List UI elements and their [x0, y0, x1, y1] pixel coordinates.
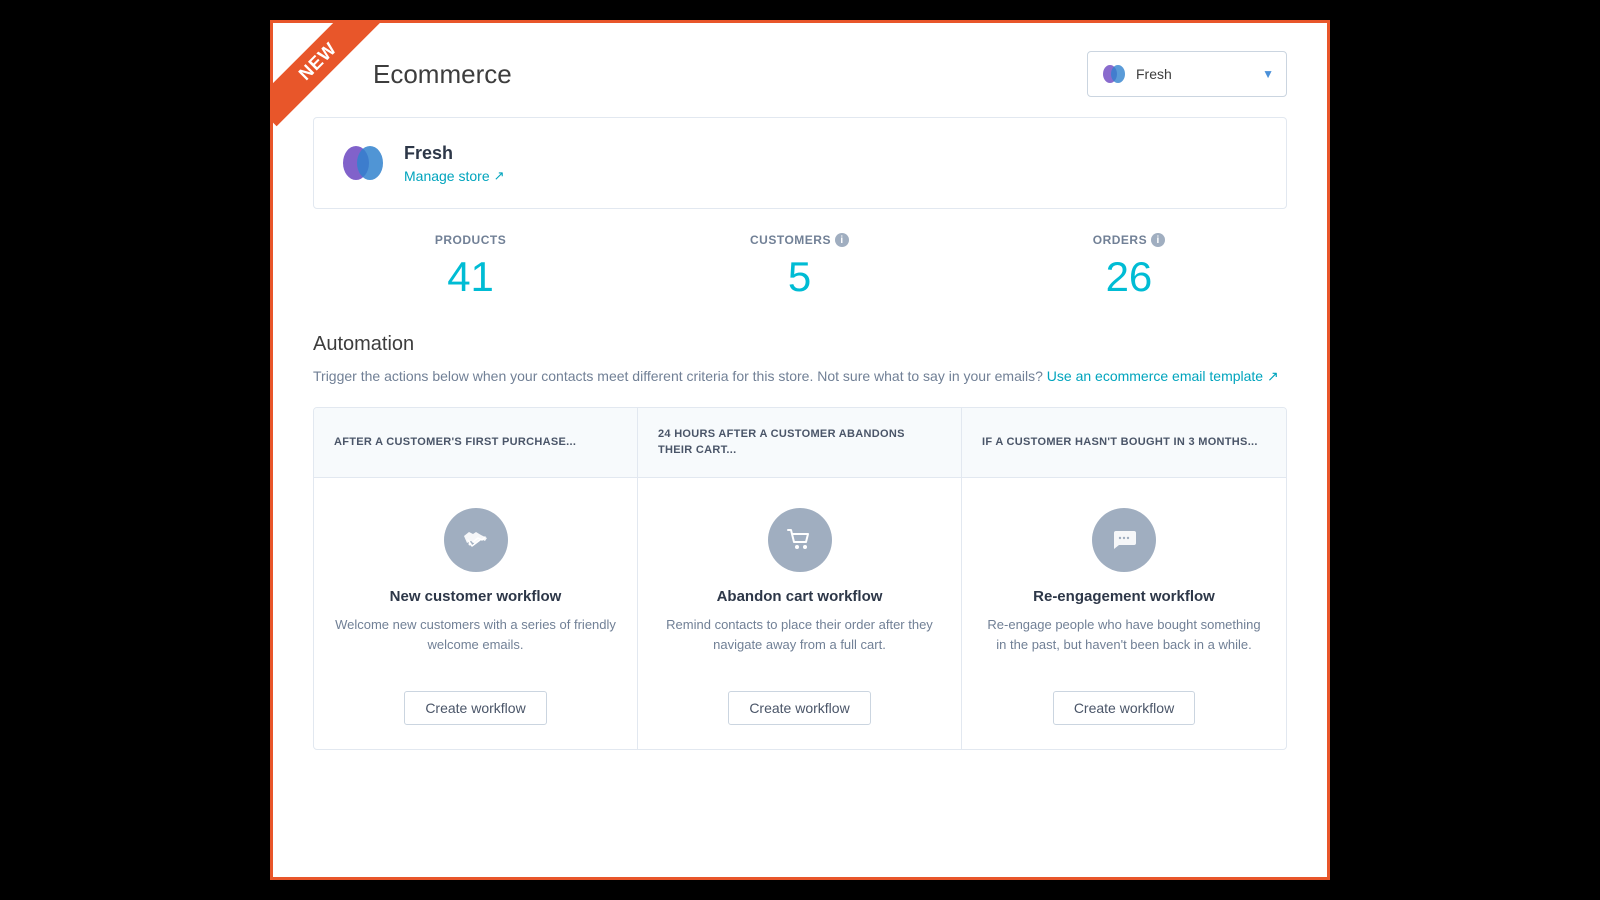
workflow-name-3: Re-engagement workflow	[1033, 588, 1215, 605]
stat-orders-value: 26	[1093, 253, 1165, 301]
workflow-col-2: 24 HOURS AFTER A CUSTOMER ABANDONS THEIR…	[638, 408, 962, 749]
workflow-desc-1: Welcome new customers with a series of f…	[334, 615, 617, 667]
store-info: Fresh Manage store ↗	[404, 143, 505, 184]
create-workflow-btn-2[interactable]: Create workflow	[728, 691, 870, 725]
workflow-body-2: Abandon cart workflow Remind contacts to…	[638, 478, 961, 749]
stat-products-label: PRODUCTS	[435, 233, 506, 247]
store-logo	[338, 138, 388, 188]
workflow-icon-1	[444, 508, 508, 572]
dropdown-arrow-icon: ▼	[1262, 67, 1274, 81]
manage-store-link[interactable]: Manage store ↗	[404, 168, 505, 184]
orders-info-icon: i	[1151, 233, 1165, 247]
workflow-desc-2: Remind contacts to place their order aft…	[658, 615, 941, 667]
stat-products-value: 41	[435, 253, 506, 301]
stat-customers-value: 5	[750, 253, 849, 301]
workflow-desc-3: Re-engage people who have bought somethi…	[982, 615, 1266, 667]
create-workflow-btn-3[interactable]: Create workflow	[1053, 691, 1195, 725]
selector-store-name: Fresh	[1136, 66, 1254, 82]
create-workflow-btn-1[interactable]: Create workflow	[404, 691, 546, 725]
workflow-trigger-3: IF A CUSTOMER HASN'T BOUGHT IN 3 MONTHS.…	[962, 408, 1286, 478]
handshake-icon	[460, 524, 492, 556]
store-card: Fresh Manage store ↗	[313, 117, 1287, 209]
automation-title: Automation	[313, 333, 1287, 356]
external-link-icon: ↗	[494, 168, 505, 184]
stat-customers-label: CUSTOMERS i	[750, 233, 849, 247]
selector-store-logo	[1100, 60, 1128, 88]
chat-icon	[1109, 525, 1139, 555]
manage-store-label: Manage store	[404, 168, 490, 184]
store-selector-dropdown[interactable]: Fresh ▼	[1087, 51, 1287, 97]
email-template-external-icon: ↗	[1267, 368, 1279, 384]
main-frame: NEW Ecommerce Fresh ▼ Fresh Manage store…	[270, 20, 1330, 880]
new-ribbon: NEW	[273, 23, 383, 133]
workflow-body-1: New customer workflow Welcome new custom…	[314, 478, 637, 749]
workflow-trigger-1: AFTER A CUSTOMER'S FIRST PURCHASE...	[314, 408, 637, 478]
store-name: Fresh	[404, 143, 505, 164]
cart-icon	[785, 525, 815, 555]
workflow-name-2: Abandon cart workflow	[717, 588, 883, 605]
customers-info-icon: i	[835, 233, 849, 247]
header: Ecommerce Fresh ▼	[273, 23, 1327, 117]
workflow-name-1: New customer workflow	[390, 588, 562, 605]
workflow-grid: AFTER A CUSTOMER'S FIRST PURCHASE... New…	[313, 407, 1287, 750]
stat-orders-label: ORDERS i	[1093, 233, 1165, 247]
workflow-col-3: IF A CUSTOMER HASN'T BOUGHT IN 3 MONTHS.…	[962, 408, 1286, 749]
stats-row: PRODUCTS 41 CUSTOMERS i 5 ORDERS i 26	[313, 233, 1287, 301]
stat-orders: ORDERS i 26	[1093, 233, 1165, 301]
workflow-icon-3	[1092, 508, 1156, 572]
email-template-link[interactable]: Use an ecommerce email template ↗	[1047, 368, 1279, 384]
automation-description: Trigger the actions below when your cont…	[313, 366, 1287, 387]
workflow-col-1: AFTER A CUSTOMER'S FIRST PURCHASE... New…	[314, 408, 638, 749]
workflow-trigger-2: 24 HOURS AFTER A CUSTOMER ABANDONS THEIR…	[638, 408, 961, 478]
stat-customers: CUSTOMERS i 5	[750, 233, 849, 301]
ribbon-text: NEW	[273, 23, 383, 126]
automation-section: Automation Trigger the actions below whe…	[273, 333, 1327, 750]
workflow-body-3: Re-engagement workflow Re-engage people …	[962, 478, 1286, 749]
stat-products: PRODUCTS 41	[435, 233, 506, 301]
workflow-icon-2	[768, 508, 832, 572]
